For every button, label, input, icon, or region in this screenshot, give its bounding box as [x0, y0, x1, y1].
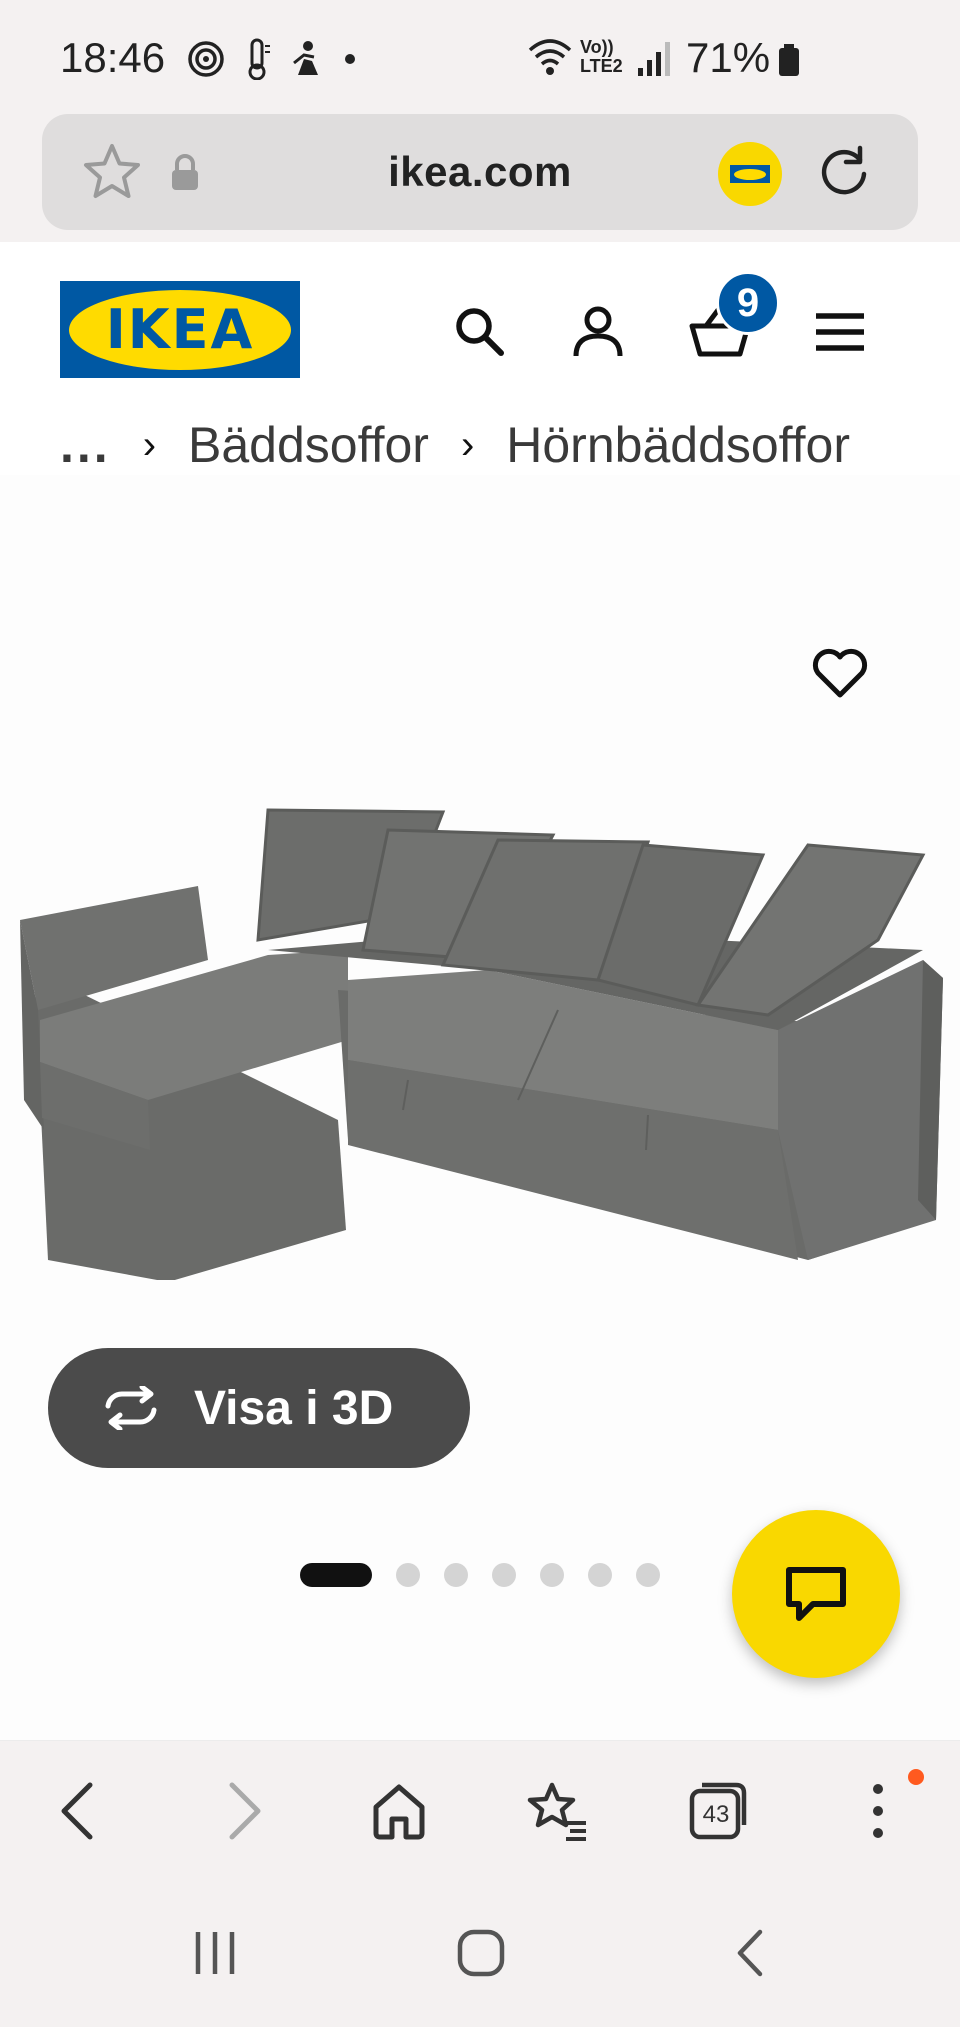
- notification-dot: [908, 1769, 924, 1785]
- activity-icon: [293, 41, 318, 75]
- system-back-icon[interactable]: [732, 1928, 768, 1978]
- back-icon[interactable]: [56, 1781, 100, 1841]
- system-navigation-bar: [0, 1882, 960, 2027]
- ikea-logo[interactable]: IKEA: [60, 281, 300, 378]
- menu-icon[interactable]: [812, 304, 868, 360]
- carousel-dot[interactable]: [396, 1563, 420, 1587]
- rotate-3d-icon: [105, 1386, 157, 1430]
- tab-count: 43: [702, 1801, 730, 1828]
- carousel-dot[interactable]: [540, 1563, 564, 1587]
- chat-bubble-icon: [786, 1567, 846, 1621]
- heart-icon[interactable]: [810, 645, 870, 701]
- nfc-icon: [188, 41, 224, 77]
- breadcrumb-item-baddsoffor[interactable]: Bäddsoffor: [188, 416, 429, 474]
- browser-toolbar: ikea.com: [0, 112, 960, 242]
- status-time: 18:46: [60, 34, 166, 81]
- cart-count-badge[interactable]: 9: [716, 271, 780, 335]
- chevron-right-icon: ›: [142, 422, 157, 467]
- view-in-3d-label: Visa i 3D: [194, 1381, 394, 1435]
- network-label: Vo)) LTE2: [580, 37, 623, 76]
- wifi-icon: [528, 39, 572, 75]
- account-icon[interactable]: [570, 304, 626, 360]
- url-text[interactable]: ikea.com: [42, 148, 918, 196]
- bookmarks-icon[interactable]: [526, 1781, 590, 1841]
- view-in-3d-button[interactable]: Visa i 3D: [48, 1348, 470, 1468]
- ikea-app-badge-icon[interactable]: [718, 142, 782, 206]
- tabs-button[interactable]: 43: [688, 1781, 748, 1841]
- carousel-dot[interactable]: [636, 1563, 660, 1587]
- signal-icon: [638, 42, 670, 76]
- address-bar[interactable]: ikea.com: [42, 114, 918, 230]
- chevron-right-icon: ›: [460, 422, 475, 467]
- breadcrumb-ellipsis[interactable]: ...: [60, 416, 111, 474]
- battery-icon: [779, 44, 799, 76]
- carousel-dot[interactable]: [588, 1563, 612, 1587]
- carousel-dot[interactable]: [492, 1563, 516, 1587]
- carousel-dot[interactable]: [444, 1563, 468, 1587]
- browser-bottom-bar: 43: [0, 1740, 960, 1882]
- forward-icon[interactable]: [222, 1781, 266, 1841]
- corner-sofa-bed-image: [20, 808, 943, 1280]
- logo-text: IKEA: [105, 298, 255, 361]
- site-header: IKEA 9: [0, 242, 960, 387]
- system-home-icon[interactable]: [456, 1928, 506, 1978]
- thermometer-icon: [248, 38, 270, 80]
- chat-button[interactable]: [732, 1510, 900, 1678]
- notification-icons: [186, 38, 358, 80]
- reload-icon[interactable]: [816, 144, 872, 200]
- search-icon[interactable]: [452, 304, 508, 360]
- dot-icon: [345, 54, 355, 64]
- more-options-icon[interactable]: [868, 1781, 888, 1841]
- carousel-pagination: [300, 1563, 660, 1587]
- home-icon[interactable]: [370, 1781, 428, 1841]
- breadcrumb-item-hornbaddsoffor[interactable]: Hörnbäddsoffor: [506, 416, 850, 474]
- status-bar: 18:46 Vo)) LTE2 71%: [0, 0, 960, 112]
- carousel-dot-active[interactable]: [300, 1563, 372, 1587]
- recents-icon[interactable]: [190, 1928, 240, 1978]
- breadcrumb: ... › Bäddsoffor › Hörnbäddsoffor: [60, 415, 850, 475]
- battery-percent: 71%: [686, 34, 771, 81]
